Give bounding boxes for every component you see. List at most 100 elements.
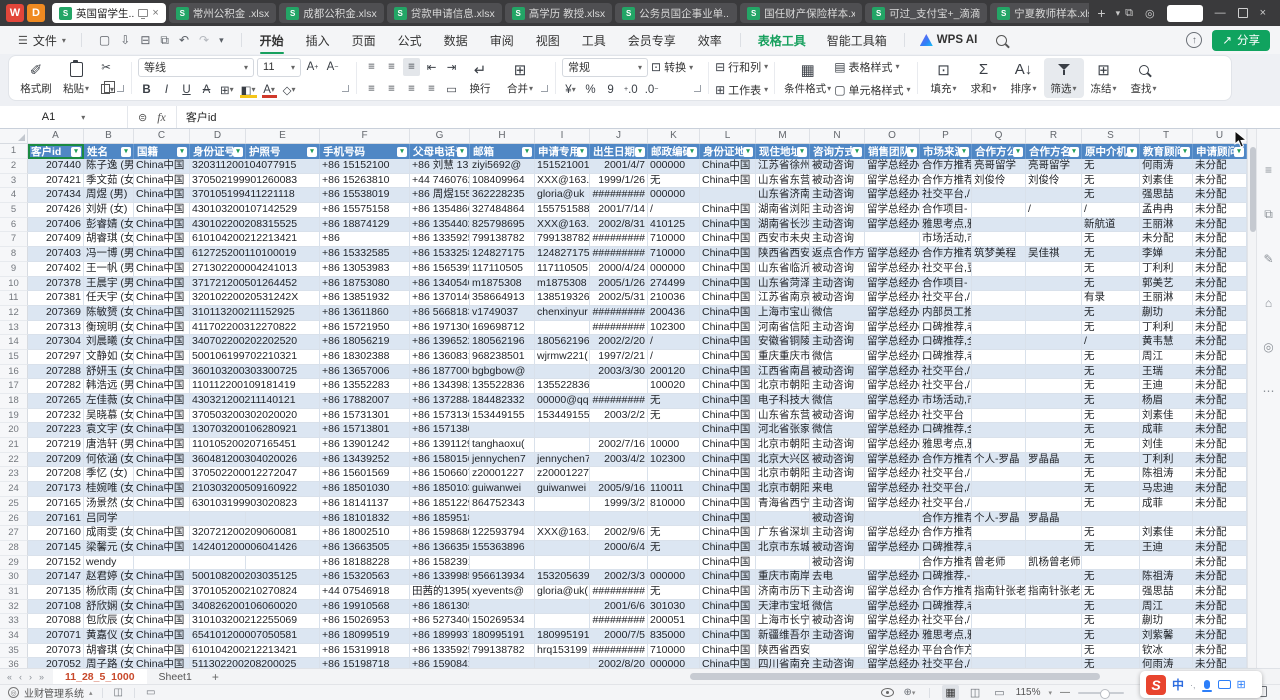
cell[interactable]: 主动咨询 — [810, 658, 865, 668]
cell[interactable]: China中国 — [134, 526, 190, 541]
cell[interactable]: 124827175 — [535, 247, 590, 262]
cell[interactable]: +86 18099519 — [320, 629, 410, 644]
filter-dropdown-icon[interactable]: ▾ — [852, 147, 862, 157]
cell[interactable]: / — [1026, 203, 1082, 218]
add-sheet-button[interactable]: + — [204, 670, 227, 684]
currency-button[interactable]: ¥▾ — [562, 81, 579, 99]
filter-dropdown-icon[interactable]: ▾ — [397, 147, 407, 157]
cell[interactable] — [470, 658, 535, 668]
cell[interactable]: 合作方推荐 — [920, 159, 972, 174]
cell[interactable]: 留学总经办 — [865, 467, 920, 482]
cell[interactable]: 留学总经办 — [865, 658, 920, 668]
cell[interactable]: 207403 — [28, 247, 84, 262]
cell[interactable]: 天津市宝坻 — [756, 600, 810, 615]
cell[interactable]: 无 — [1082, 277, 1140, 292]
cell[interactable] — [972, 526, 1026, 541]
cell[interactable] — [535, 614, 590, 629]
fill-button[interactable]: ⊡ 填充▾ — [924, 58, 964, 98]
cell[interactable]: 吴晓慕 (女 — [84, 409, 134, 424]
cell[interactable]: XXX@163.c — [535, 174, 590, 189]
cell[interactable]: 社交平台,/ — [920, 365, 972, 380]
worksheet-button[interactable]: ⊞工作表▾ — [715, 80, 768, 99]
cell[interactable]: 110105200207165451 — [190, 438, 320, 453]
cell[interactable]: 主动咨询 — [810, 277, 865, 292]
cell[interactable]: 社交平台,/ — [920, 614, 972, 629]
cell[interactable]: +86 18188228 — [320, 556, 410, 571]
cell[interactable]: +86 15731301 — [320, 409, 410, 424]
header-cell[interactable]: 手机号码▾ — [320, 144, 410, 159]
cell[interactable]: 122593794 — [470, 526, 535, 541]
cell[interactable]: v1749037 — [470, 306, 535, 321]
menu-tab[interactable]: 开始 — [249, 28, 295, 53]
header-cell[interactable]: 身份证地▾ — [700, 144, 756, 159]
cell[interactable]: 吕同学 — [84, 512, 134, 527]
panes-icon[interactable]: ⧉ — [1264, 207, 1273, 222]
cell[interactable]: 主动咨询 — [810, 497, 865, 512]
cell[interactable]: 留学总经办 — [865, 629, 920, 644]
cell[interactable]: China中国 — [700, 291, 756, 306]
cell[interactable]: 江西省南昌 — [756, 365, 810, 380]
cell[interactable]: China中国 — [134, 438, 190, 453]
cell[interactable] — [1026, 365, 1082, 380]
keyboard-icon[interactable] — [1218, 680, 1231, 689]
cell[interactable]: 207440 — [28, 159, 84, 174]
cell[interactable]: China中国 — [134, 277, 190, 292]
cell[interactable]: 主动咨询 — [810, 585, 865, 600]
cell[interactable]: 200051 — [648, 614, 700, 629]
cell[interactable]: ######### — [590, 394, 648, 409]
cell[interactable]: 360481200304020026 — [190, 453, 320, 468]
cell[interactable]: 个人-罗晶 — [972, 512, 1026, 527]
menu-tab[interactable]: 公式 — [387, 28, 433, 53]
cell[interactable] — [1026, 335, 1082, 350]
cell[interactable] — [1026, 644, 1082, 659]
minimize-button[interactable]: — — [1215, 7, 1226, 19]
zoom-slider[interactable] — [1078, 692, 1124, 694]
cell[interactable]: xyevents@ — [470, 585, 535, 600]
column-header[interactable]: T — [1140, 129, 1193, 143]
cell[interactable]: 刘妍 (女) — [84, 203, 134, 218]
cell[interactable]: 2002/3/3 — [590, 570, 648, 585]
cell[interactable] — [972, 409, 1026, 424]
cell[interactable]: 曾老师 — [972, 556, 1026, 571]
cell[interactable] — [535, 321, 590, 336]
cell[interactable]: +86 18613058( — [410, 600, 470, 615]
cell[interactable]: / — [1082, 203, 1140, 218]
cell[interactable]: ######### — [590, 247, 648, 262]
cell[interactable]: 未分配 — [1193, 350, 1247, 365]
cell[interactable]: 310113200211152925 — [190, 306, 320, 321]
save-icon[interactable]: ▢ — [95, 33, 114, 47]
cell[interactable]: 被动咨询 — [810, 614, 865, 629]
cell[interactable]: wjrmw221( — [535, 350, 590, 365]
cell[interactable]: 151521001 — [535, 159, 590, 174]
file-tab[interactable]: S可过_支付宝+_滴滴 — [865, 3, 987, 23]
cell[interactable]: 无 — [1082, 541, 1140, 556]
account-area[interactable] — [1167, 5, 1203, 22]
file-tab[interactable]: S贷款申请信息.xlsx — [387, 3, 502, 23]
cell[interactable]: 主动咨询 — [810, 629, 865, 644]
cell[interactable]: +86 1573130169 — [410, 409, 470, 424]
cell[interactable]: 湖南省浏阳 — [756, 203, 810, 218]
cell[interactable]: 无 — [1082, 365, 1140, 380]
cell[interactable]: 被动咨询 — [810, 409, 865, 424]
cell[interactable]: China中国 — [700, 262, 756, 277]
header-cell[interactable]: 申请顾问▾ — [1193, 144, 1247, 159]
cell[interactable] — [590, 467, 648, 482]
cell[interactable] — [1026, 526, 1082, 541]
comma-style-button[interactable]: 9 — [602, 81, 619, 99]
cell[interactable]: +86 1339985047 — [410, 570, 470, 585]
cell[interactable]: 北京市朝阳 — [756, 379, 810, 394]
cell[interactable]: +86 刘慧 137052 — [410, 159, 470, 174]
cell[interactable]: 124827175 — [470, 247, 535, 262]
filter-dropdown-icon[interactable]: ▾ — [307, 147, 317, 157]
header-cell[interactable]: 申请专用▾ — [535, 144, 590, 159]
cell[interactable]: m1875308 — [535, 277, 590, 292]
cell[interactable]: 内部员工推 — [920, 306, 972, 321]
cell[interactable] — [1026, 321, 1082, 336]
cell[interactable] — [1193, 512, 1247, 527]
cell[interactable]: China中国 — [700, 174, 756, 189]
cell[interactable]: 117110505 — [470, 262, 535, 277]
cell[interactable]: 社交平台,/ — [920, 482, 972, 497]
cell[interactable]: +86 15721950 — [320, 321, 410, 336]
cell[interactable]: 2005/9/16 — [590, 482, 648, 497]
roam-icon[interactable]: ⊕▾ — [902, 687, 918, 698]
